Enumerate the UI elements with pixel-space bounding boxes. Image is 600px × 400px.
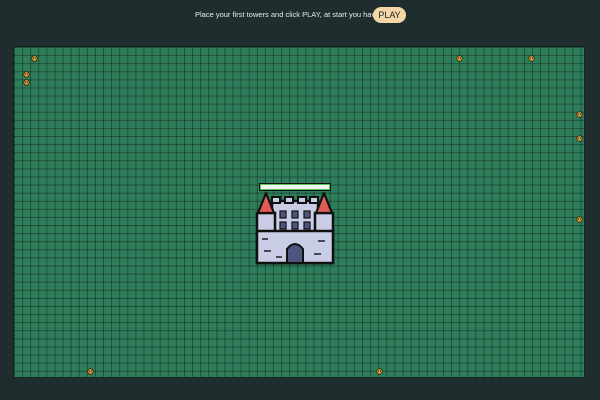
enemy-icon xyxy=(576,216,583,223)
enemy-icon xyxy=(23,79,30,86)
enemy-icon xyxy=(31,55,38,62)
enemy-icon xyxy=(376,368,383,375)
enemy-icon xyxy=(576,135,583,142)
enemy-icon xyxy=(456,55,463,62)
top-bar: Place your first towers and click PLAY, … xyxy=(0,0,600,32)
enemy-icon xyxy=(87,368,94,375)
enemy-icon xyxy=(23,71,30,78)
play-button[interactable]: PLAY xyxy=(373,7,406,23)
castle-health-bar xyxy=(259,183,331,191)
castle-icon xyxy=(255,191,335,265)
enemy-icon xyxy=(576,111,583,118)
enemy-icon xyxy=(528,55,535,62)
castle-health-fill xyxy=(260,184,330,190)
instruction-text: Place your first towers and click PLAY, … xyxy=(195,10,403,19)
